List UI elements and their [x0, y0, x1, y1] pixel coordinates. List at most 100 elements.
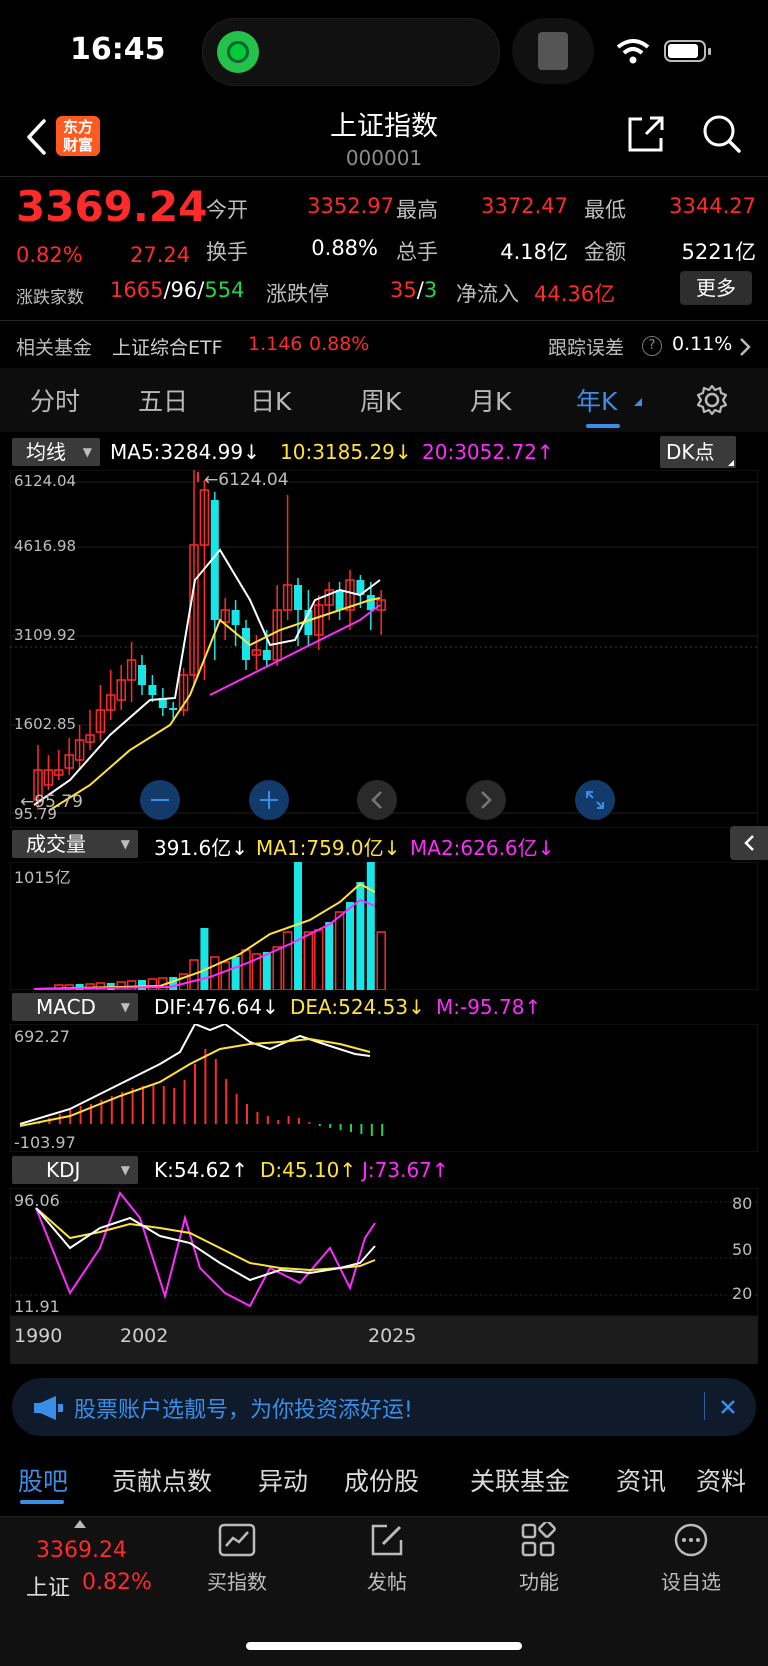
post-button[interactable]: 发帖	[342, 1522, 432, 1594]
macd-histogram-bar	[142, 1086, 144, 1124]
tab-daily-k[interactable]: 日K	[250, 382, 291, 418]
ma-selector-label: 均线	[26, 440, 66, 464]
close-icon[interactable]	[720, 1399, 736, 1415]
dk-point-button[interactable]: DK点	[660, 436, 736, 468]
dropdown-corner-icon	[634, 398, 642, 406]
kdj-axis-max: 96.06	[14, 1191, 60, 1210]
tab-profile[interactable]: 资料	[696, 1462, 746, 1498]
search-icon[interactable]	[702, 114, 742, 154]
next-button[interactable]	[466, 780, 506, 820]
volume-value: 4.18亿	[500, 240, 568, 264]
ma-selector[interactable]: 均线 ▼	[12, 438, 100, 466]
zoom-in-button[interactable]	[249, 780, 289, 820]
change-pct: 0.82%	[16, 243, 83, 267]
footer-price: 3369.24	[36, 1538, 127, 1563]
dynamic-island	[202, 18, 500, 86]
more-button[interactable]: 更多	[680, 271, 752, 305]
footer-pct: 0.82%	[82, 1570, 152, 1595]
kline-axis-label: 3109.92	[14, 626, 77, 644]
open-value: 3352.97	[307, 194, 394, 218]
macd-dea: DEA:524.53↓	[290, 995, 425, 1019]
help-icon[interactable]: ?	[642, 336, 662, 356]
bottom-tab-indicator	[20, 1500, 64, 1504]
share-icon[interactable]	[626, 114, 666, 154]
kline-chart[interactable]	[10, 470, 758, 828]
tab-yearly-k[interactable]: 年K	[576, 382, 617, 418]
macd-histogram-bar	[204, 1049, 207, 1124]
volume-selector[interactable]: 成交量 ▼	[12, 830, 138, 858]
tab-contribution[interactable]: 贡献点数	[112, 1462, 212, 1498]
volume-ma2: MA2:626.6亿↓	[410, 836, 555, 860]
turnover-value: 0.88%	[311, 236, 378, 260]
kline-candle	[148, 685, 157, 695]
low-value: 3344.27	[669, 194, 756, 218]
macd-selector[interactable]: MACD ▼	[12, 993, 138, 1021]
chevron-right-icon[interactable]	[738, 336, 752, 358]
collapse-button[interactable]	[730, 826, 768, 860]
add-watchlist-label: 设自选	[661, 1570, 721, 1594]
gear-icon[interactable]	[696, 384, 728, 416]
zoom-out-button[interactable]	[140, 780, 180, 820]
tab-guba[interactable]: 股吧	[18, 1462, 68, 1498]
macd-selector-label: MACD	[36, 995, 96, 1019]
nav-header: 东方财富 上证指数 000001	[0, 100, 768, 176]
dropdown-arrow-icon: ▼	[120, 837, 130, 851]
kline-axis-label: 4616.98	[14, 537, 77, 555]
macd-histogram-bar	[350, 1124, 352, 1132]
macd-histogram-bar	[318, 1124, 321, 1126]
buy-index-button[interactable]: 买指数	[192, 1522, 282, 1594]
low-label: 最低	[584, 198, 626, 222]
more-dots-icon	[674, 1523, 708, 1557]
fund-label: 相关基金	[16, 337, 93, 359]
volume-bar	[138, 980, 146, 990]
high-label: 最高	[396, 198, 438, 222]
change-value: 27.24	[130, 243, 191, 267]
macd-histogram-bar	[214, 1059, 217, 1124]
kline-candle	[294, 585, 302, 610]
promo-banner[interactable]: 股票账户选靓号，为你投资添好运!	[12, 1378, 756, 1436]
tab-monthly-k[interactable]: 月K	[470, 382, 511, 418]
banner-text: 股票账户选靓号，为你投资添好运!	[74, 1398, 413, 1423]
app-activity-icon	[217, 31, 259, 73]
status-time: 16:45	[70, 32, 166, 67]
fund-name[interactable]: 上证综合ETF	[112, 333, 223, 360]
status-bar: 16:45	[0, 0, 768, 100]
prev-button[interactable]	[357, 780, 397, 820]
chart-trend-icon	[218, 1523, 256, 1557]
functions-button[interactable]: 功能	[494, 1520, 584, 1594]
tab-intraday[interactable]: 分时	[30, 382, 80, 418]
tab-weekly-k[interactable]: 周K	[360, 382, 401, 418]
volume-bar	[200, 928, 209, 990]
macd-histogram-bar	[173, 1088, 176, 1124]
macd-histogram-bar	[308, 1122, 311, 1124]
turnover-label: 换手	[206, 240, 248, 264]
macd-histogram-bar	[194, 1064, 196, 1124]
fund-pct: 0.88%	[309, 333, 370, 355]
flat-count: 96	[170, 278, 198, 302]
amount-value: 5221亿	[681, 240, 756, 264]
ma10-value: 10:3185.29↓	[280, 440, 412, 464]
high-marker: ←6124.04	[204, 470, 289, 490]
macd-histogram-bar	[235, 1094, 238, 1124]
open-label: 今开	[206, 198, 248, 222]
macd-histogram-bar	[360, 1124, 363, 1134]
tab-five-day[interactable]: 五日	[138, 382, 188, 418]
macd-histogram-bar	[152, 1084, 155, 1124]
edit-icon	[371, 1524, 403, 1556]
buy-index-label: 买指数	[207, 1570, 267, 1594]
x-axis-label: 1990	[14, 1325, 63, 1347]
tab-constituents[interactable]: 成份股	[344, 1462, 419, 1498]
fund-price: 1.146	[248, 333, 303, 355]
macd-histogram-bar	[381, 1124, 384, 1136]
tab-related-funds[interactable]: 关联基金	[470, 1462, 570, 1498]
macd-m: M:-95.78↑	[436, 995, 542, 1019]
kline-candle	[366, 595, 375, 610]
avatar	[538, 32, 568, 70]
kdj-selector[interactable]: KDJ ▼	[12, 1156, 138, 1184]
kdj-selector-label: KDJ	[46, 1158, 81, 1182]
tab-news[interactable]: 资讯	[616, 1462, 666, 1498]
macd-histogram-bar	[277, 1120, 280, 1124]
tab-anomaly[interactable]: 异动	[258, 1462, 308, 1498]
add-watchlist-button[interactable]: 设自选	[646, 1522, 736, 1594]
fullscreen-button[interactable]	[575, 780, 615, 820]
